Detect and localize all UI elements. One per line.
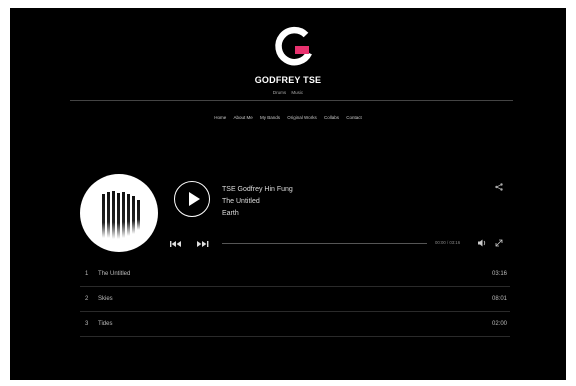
progress-bar[interactable] xyxy=(222,243,427,244)
track-row[interactable]: 1 The Untitled 03:16 xyxy=(80,262,510,287)
track-number: 2 xyxy=(85,296,89,302)
album-art xyxy=(80,174,158,252)
track-title: The Untitled xyxy=(98,271,131,277)
nav-original-works[interactable]: Original Works xyxy=(287,115,316,120)
track-title: Tides xyxy=(98,321,113,327)
album-name: The Untitled xyxy=(222,198,260,205)
nav-about-me[interactable]: About Me xyxy=(233,115,252,120)
track-row[interactable]: 3 Tides 02:00 xyxy=(80,312,510,337)
fast-forward-icon[interactable] xyxy=(197,240,209,248)
track-title: Skies xyxy=(98,296,113,302)
header-divider xyxy=(70,100,513,101)
site-title[interactable]: GODFREY TSE xyxy=(10,75,566,85)
track-duration: 02:00 xyxy=(491,321,507,327)
track-duration: 03:16 xyxy=(491,271,507,277)
play-button[interactable] xyxy=(174,181,210,217)
tracklist: 1 The Untitled 03:16 2 Skies 08:01 3 Tid… xyxy=(80,262,510,337)
track-name: Earth xyxy=(222,210,239,217)
tagline-drums: Drums xyxy=(272,90,287,95)
play-icon xyxy=(189,192,200,206)
expand-icon[interactable] xyxy=(495,239,503,247)
tagline-music: Music xyxy=(291,90,304,95)
nav-my-bands[interactable]: My Bands xyxy=(260,115,280,120)
share-icon[interactable] xyxy=(494,182,504,192)
nav-home[interactable]: Home xyxy=(214,115,226,120)
site-page: GODFREY TSE Drums Music Home About Me My… xyxy=(10,8,566,380)
volume-icon[interactable] xyxy=(478,239,487,247)
time-display: 00:00 / 03:16 xyxy=(435,240,461,245)
album-art-graphic xyxy=(102,191,140,239)
main-nav: Home About Me My Bands Original Works Co… xyxy=(10,115,566,120)
nav-collabs[interactable]: Collabs xyxy=(324,115,339,120)
track-number: 1 xyxy=(85,271,89,277)
artist-name: TSE Godfrey Hin Fung xyxy=(222,186,293,193)
site-tagline: Drums Music xyxy=(10,90,566,95)
track-number: 3 xyxy=(85,321,89,327)
g-logo-icon[interactable] xyxy=(273,26,317,70)
rewind-icon[interactable] xyxy=(170,240,182,248)
track-row[interactable]: 2 Skies 08:01 xyxy=(80,287,510,312)
nav-contact[interactable]: Contact xyxy=(346,115,362,120)
track-meta: TSE Godfrey Hin Fung The Untitled Earth xyxy=(222,184,293,220)
track-duration: 08:01 xyxy=(491,296,507,302)
